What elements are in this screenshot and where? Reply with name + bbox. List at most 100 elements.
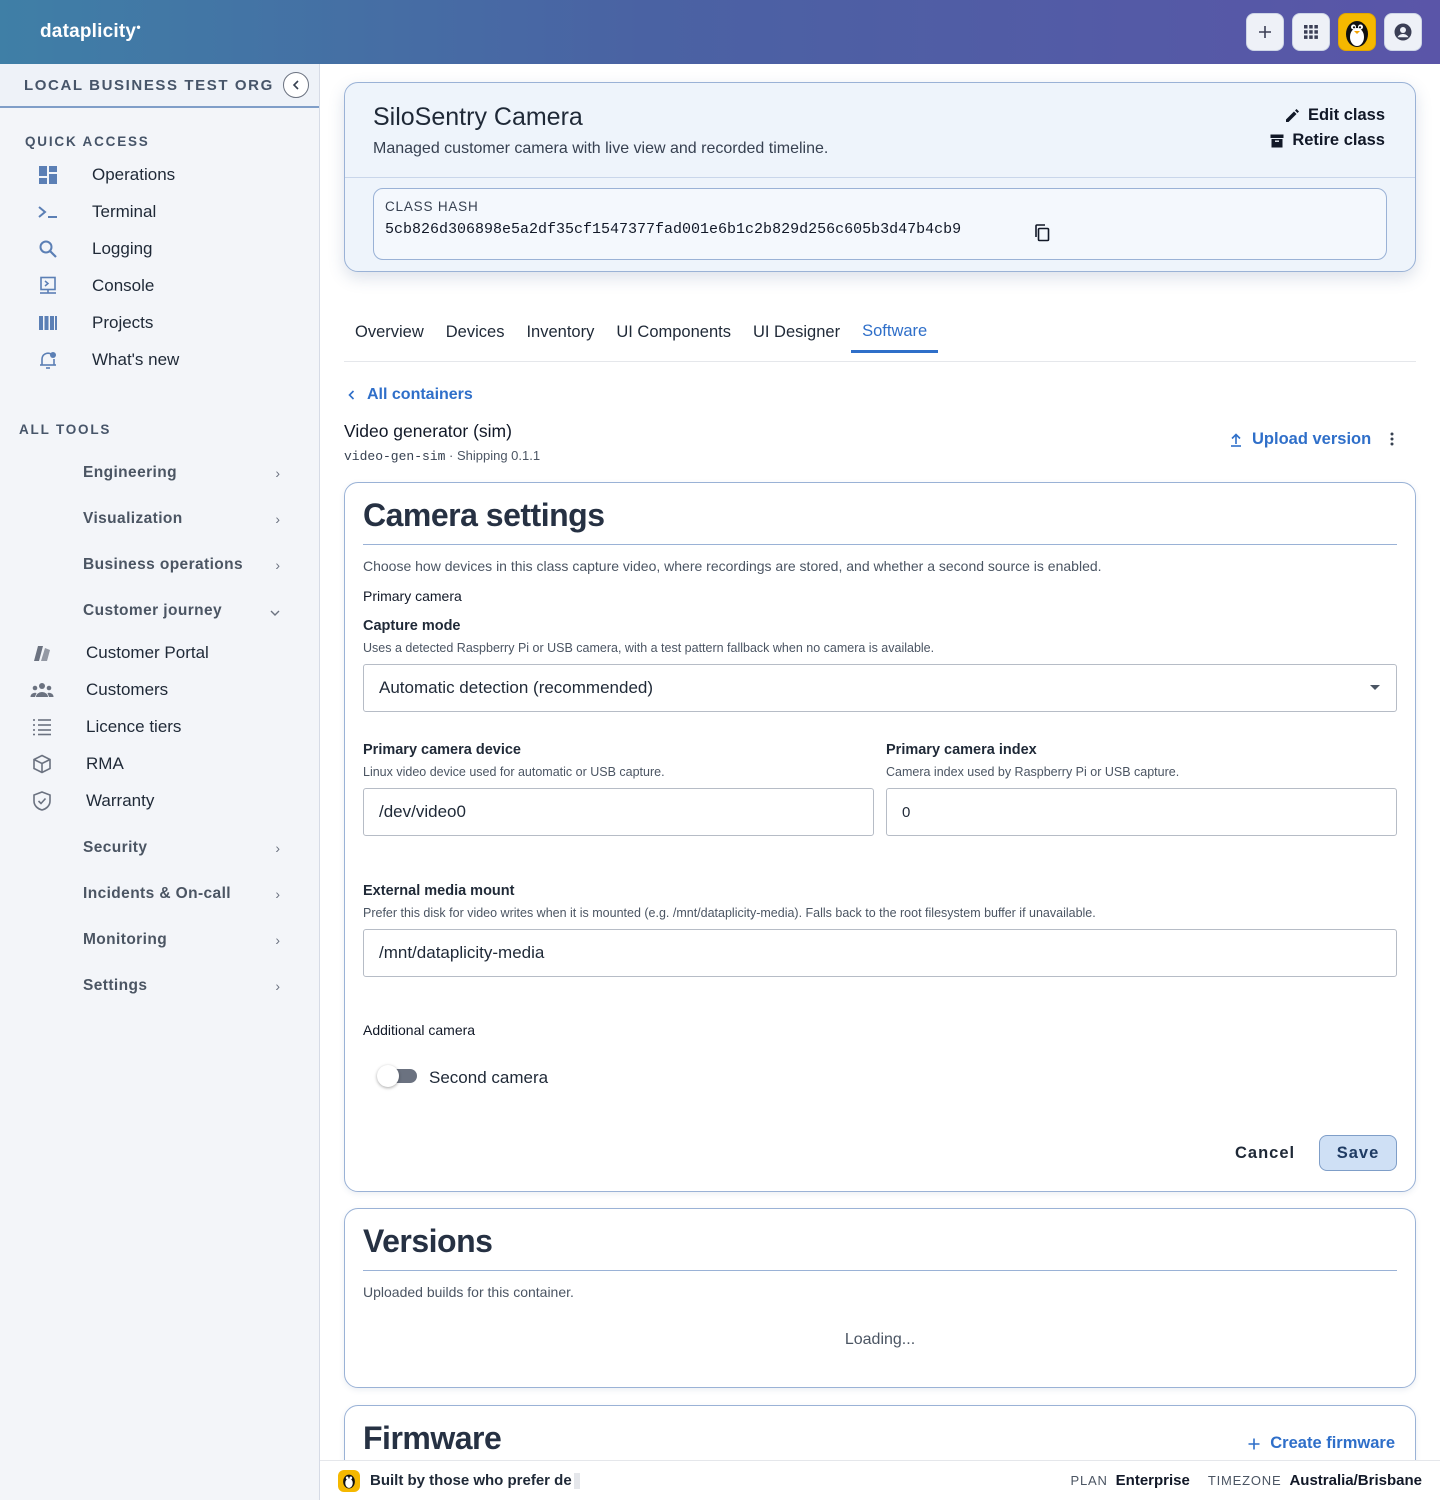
group-customer-journey[interactable]: Customer journey	[0, 588, 320, 634]
sidebar-item-licence-tiers[interactable]: Licence tiers	[0, 708, 320, 745]
group-label: Visualization	[83, 510, 183, 527]
box-icon	[30, 753, 54, 775]
bell-icon	[36, 349, 60, 371]
camera-settings-panel: Camera settings Choose how devices in th…	[344, 482, 1416, 1192]
sidebar-item-label: Customer Portal	[86, 642, 209, 662]
primary-camera-index-label: Primary camera index	[886, 742, 1037, 758]
main-content: SiloSentry Camera Managed customer camer…	[320, 64, 1440, 1460]
retire-class-button[interactable]: Retire class	[1270, 128, 1385, 153]
group-security[interactable]: Security ›	[0, 825, 320, 871]
sidebar-item-label: Terminal	[92, 201, 157, 221]
typing-cursor	[573, 1473, 580, 1490]
list-icon	[30, 716, 54, 738]
primary-camera-index-value: 0	[902, 803, 911, 821]
account-icon	[1394, 23, 1412, 41]
edit-class-label: Edit class	[1307, 106, 1385, 124]
columns-icon	[36, 312, 60, 334]
cancel-button[interactable]: Cancel	[1223, 1135, 1307, 1171]
sidebar-item-warranty[interactable]: Warranty	[0, 782, 320, 819]
footer: Built by those who prefer de PLAN Enterp…	[320, 1460, 1440, 1500]
create-firmware-button[interactable]: Create firmware	[1248, 1434, 1395, 1453]
org-header: LOCAL BUSINESS TEST ORG	[0, 64, 319, 108]
sidebar-item-rma[interactable]: RMA	[0, 745, 320, 782]
chevron-right-icon: ›	[275, 557, 280, 573]
versions-title: Versions	[363, 1223, 493, 1259]
group-business-operations[interactable]: Business operations ›	[0, 542, 320, 588]
group-engineering[interactable]: Engineering ›	[0, 450, 320, 496]
search-icon	[36, 238, 60, 260]
penguin-avatar-button[interactable]	[1338, 13, 1376, 51]
sidebar-item-terminal[interactable]: Terminal	[36, 193, 179, 230]
upload-icon	[1231, 432, 1241, 447]
create-firmware-label: Create firmware	[1270, 1434, 1395, 1452]
collapse-sidebar-button[interactable]	[283, 72, 309, 98]
external-media-mount-label: External media mount	[363, 883, 515, 899]
more-options-icon[interactable]	[1390, 430, 1394, 451]
tab-ui-components[interactable]: UI Components	[605, 312, 742, 353]
sidebar-item-whats-new[interactable]: What's new	[36, 341, 179, 378]
chevron-down-icon	[270, 603, 280, 619]
console-icon	[36, 275, 60, 297]
account-button[interactable]	[1384, 13, 1422, 51]
brand-logo[interactable]: dataplicity●	[40, 21, 141, 43]
chevron-left-icon	[348, 390, 355, 400]
sidebar-item-projects[interactable]: Projects	[36, 304, 179, 341]
copy-icon[interactable]	[1034, 224, 1050, 247]
tab-devices[interactable]: Devices	[435, 312, 516, 353]
primary-camera-device-input[interactable]: /dev/video0	[363, 788, 874, 836]
versions-loading: Loading...	[844, 1331, 916, 1348]
class-title: SiloSentry Camera	[373, 103, 583, 131]
tab-software[interactable]: Software	[851, 312, 939, 353]
container-name: Video generator (sim)	[344, 421, 512, 441]
save-button[interactable]: Save	[1319, 1135, 1397, 1171]
add-button[interactable]	[1246, 13, 1284, 51]
class-hash-value[interactable]: 5cb826d306898e5a2df35cf1547377fad001e6b1…	[385, 221, 961, 238]
apps-button[interactable]	[1292, 13, 1330, 51]
sidebar-item-label: Operations	[92, 164, 176, 184]
second-camera-toggle[interactable]	[377, 1065, 417, 1087]
capture-mode-value: Automatic detection (recommended)	[379, 678, 654, 697]
group-settings[interactable]: Settings ›	[0, 963, 320, 1009]
all-containers-link[interactable]: All containers	[348, 386, 473, 404]
class-actions: Edit class Retire class	[1270, 103, 1385, 153]
class-hash-box: CLASS HASH 5cb826d306898e5a2df35cf154737…	[373, 188, 1387, 260]
plan-key: PLAN	[1070, 1473, 1108, 1488]
edit-class-button[interactable]: Edit class	[1270, 103, 1385, 128]
tab-ui-designer[interactable]: UI Designer	[742, 312, 851, 353]
additional-camera-heading: Additional camera	[363, 1022, 476, 1038]
sidebar: LOCAL BUSINESS TEST ORG QUICK ACCESS Ope…	[0, 64, 320, 1500]
footer-meta: PLAN Enterprise TIMEZONE Australia/Brisb…	[1071, 1472, 1423, 1489]
apps-grid-icon	[1304, 25, 1318, 39]
sidebar-item-label: What's new	[92, 349, 180, 369]
sidebar-item-label: Licence tiers	[86, 716, 182, 736]
external-media-mount-value: /mnt/dataplicity-media	[379, 943, 545, 962]
camera-settings-description: Choose how devices in this class capture…	[363, 558, 1102, 574]
sidebar-item-console[interactable]: Console	[36, 267, 179, 304]
tab-overview[interactable]: Overview	[344, 312, 435, 353]
people-icon	[30, 679, 54, 701]
sidebar-item-customer-portal[interactable]: Customer Portal	[0, 634, 320, 671]
capture-mode-help: Uses a detected Raspberry Pi or USB came…	[363, 641, 935, 655]
plan-value: Enterprise	[1115, 1472, 1190, 1489]
archive-icon	[1270, 134, 1284, 147]
group-label: Security	[83, 839, 148, 856]
upload-version-button[interactable]: Upload version	[1230, 430, 1371, 449]
group-label: Settings	[83, 977, 148, 994]
plus-icon	[1259, 26, 1271, 38]
tab-inventory[interactable]: Inventory	[515, 312, 605, 353]
sidebar-item-operations[interactable]: Operations	[36, 156, 179, 193]
sidebar-item-customers[interactable]: Customers	[0, 671, 320, 708]
camera-settings-title: Camera settings	[363, 497, 605, 533]
sidebar-item-logging[interactable]: Logging	[36, 230, 179, 267]
class-description: Managed customer camera with live view a…	[373, 140, 829, 157]
primary-camera-index-input[interactable]: 0	[886, 788, 1397, 836]
caret-down-icon	[1370, 685, 1380, 690]
group-incidents[interactable]: Incidents & On-call ›	[0, 871, 320, 917]
group-monitoring[interactable]: Monitoring ›	[0, 917, 320, 963]
all-containers-label: All containers	[367, 386, 473, 403]
external-media-mount-input[interactable]: /mnt/dataplicity-media	[363, 929, 1397, 977]
chevron-left-icon	[292, 80, 299, 90]
group-visualization[interactable]: Visualization ›	[0, 496, 320, 542]
capture-mode-select[interactable]: Automatic detection (recommended)	[363, 664, 1397, 712]
org-name[interactable]: LOCAL BUSINESS TEST ORG	[24, 77, 274, 94]
